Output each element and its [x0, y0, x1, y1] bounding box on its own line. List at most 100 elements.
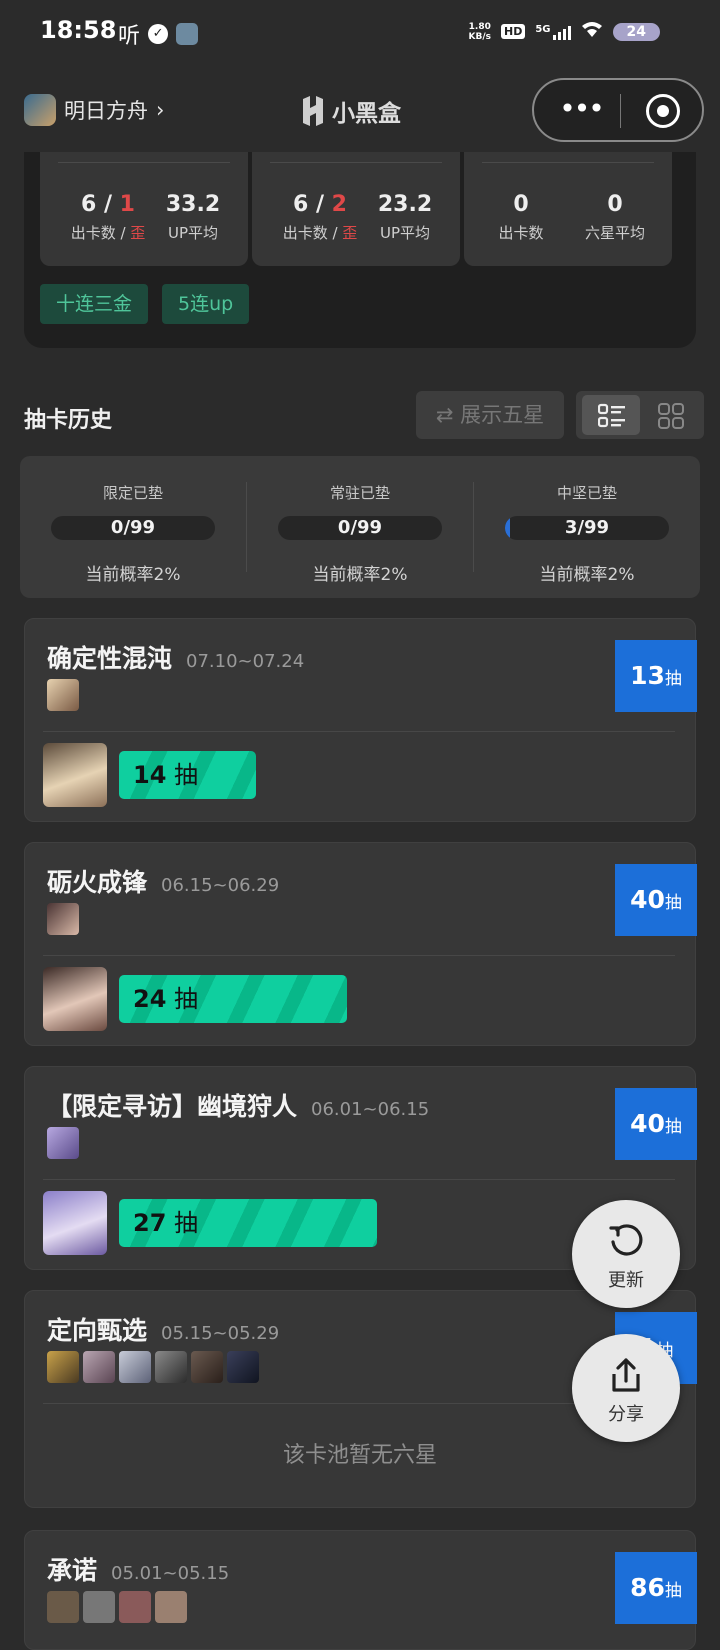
operator-avatar [43, 743, 107, 807]
pool-card[interactable]: 砺火成锋 06.15~06.29 40抽 24 抽 [24, 842, 697, 1046]
status-left-icons: 听 ✓ [118, 18, 199, 50]
pity-progress-bar: 0/99 [51, 516, 215, 540]
pity-label: 限定已垫 [102, 484, 163, 502]
show-five-star-button[interactable]: ⇄ 展示五星 [416, 391, 564, 439]
operator-thumbs [47, 1591, 187, 1623]
hd-icon: HD [501, 24, 526, 39]
refresh-button[interactable]: 更新 [572, 1200, 680, 1308]
game-name: 明日方舟 [64, 99, 148, 123]
nav-bar: 明日方舟 › 小黑盒 ••• [0, 66, 720, 152]
stat-pulls-label: 出卡数 / 歪 [282, 224, 358, 242]
pool-card[interactable]: 确定性混沌 07.10~07.24 13抽 14 抽 [24, 618, 697, 822]
pool-dates: 06.15~06.29 [161, 875, 280, 896]
more-menu-button[interactable]: ••• [556, 94, 606, 124]
divider [43, 955, 675, 956]
pool-dates: 05.01~05.15 [111, 1563, 230, 1584]
battery-indicator: 24 [612, 22, 660, 41]
operator-thumb [155, 1591, 187, 1623]
operator-thumb [47, 1351, 79, 1383]
pity-progress-bar: 3/99 [505, 516, 669, 540]
stat-count-value: 0 [513, 192, 529, 217]
pity-midtier: 中坚已垫 3/99 当前概率2% [474, 456, 700, 598]
stat-card-limited: 6 / 1 出卡数 / 歪 33.2 UP平均 [40, 152, 248, 266]
check-circle-icon: ✓ [148, 24, 169, 44]
pity-label: 常驻已垫 [329, 484, 390, 502]
stat-pulls-value: 6 / 2 [293, 192, 347, 217]
share-button[interactable]: 分享 [572, 1334, 680, 1442]
pool-name: 确定性混沌 [47, 644, 173, 673]
achievement-tag: 十连三金 [40, 284, 149, 324]
game-avatar [24, 94, 56, 126]
pity-limited: 限定已垫 0/99 当前概率2% [20, 456, 246, 598]
operator-thumb [47, 1591, 79, 1623]
pool-dates: 05.15~05.29 [161, 1323, 280, 1344]
operator-thumb [83, 1351, 115, 1383]
stat-count-label: 出卡数 [498, 224, 544, 242]
achievement-tag: 5连up [162, 284, 250, 324]
stat-up-avg-label: UP平均 [379, 224, 431, 242]
pity-value: 0/99 [337, 517, 383, 538]
stat-up-avg-value: 23.2 [377, 192, 433, 217]
pull-record-bar: 27 抽 [119, 1199, 377, 1247]
listen-icon: 听 [118, 24, 141, 49]
stat-six-avg-value: 0 [607, 192, 623, 217]
close-miniapp-button[interactable] [646, 94, 680, 128]
pool-header: 定向甄选 05.15~05.29 [47, 1311, 279, 1347]
share-icon [612, 1358, 640, 1392]
chevron-right-icon: › [156, 98, 165, 122]
stat-pulls-value: 6 / 1 [81, 192, 135, 217]
operator-thumb [47, 1127, 79, 1159]
stat-up-avg-value: 33.2 [165, 192, 221, 217]
pool-header: 砺火成锋 06.15~06.29 [47, 863, 279, 899]
list-view-button[interactable] [582, 395, 640, 435]
operator-thumb [155, 1351, 187, 1383]
operator-thumbs [47, 679, 79, 711]
stat-card-standard: 6 / 2 出卡数 / 歪 23.2 UP平均 [252, 152, 460, 266]
pool-card[interactable]: 承诺 05.01~05.15 86抽 [24, 1530, 697, 1650]
pool-header: 确定性混沌 07.10~07.24 [47, 639, 304, 675]
pool-dates: 07.10~07.24 [186, 651, 305, 672]
pool-name: 【限定寻访】幽境狩人 [47, 1092, 298, 1121]
pool-pull-count-badge: 13抽 [615, 640, 697, 712]
pity-standard: 常驻已垫 0/99 当前概率2% [247, 456, 473, 598]
pity-rate: 当前概率2% [85, 565, 181, 585]
game-selector[interactable]: 明日方舟 › [24, 94, 164, 126]
stat-up-avg-label: UP平均 [167, 224, 219, 242]
operator-thumb [191, 1351, 223, 1383]
operator-thumb [83, 1591, 115, 1623]
operator-thumbs [47, 1351, 259, 1383]
pool-pull-count-badge: 86抽 [615, 1552, 697, 1624]
pool-header: 【限定寻访】幽境狩人 06.01~06.15 [47, 1087, 429, 1123]
operator-thumbs [47, 1127, 79, 1159]
operator-thumb [47, 903, 79, 935]
pool-name: 砺火成锋 [47, 868, 148, 897]
refresh-icon [609, 1224, 643, 1256]
divider [43, 731, 675, 732]
pity-panel: 限定已垫 0/99 当前概率2% 常驻已垫 0/99 当前概率2% 中坚已垫 3… [20, 456, 700, 598]
signal-icon: 5G [535, 24, 571, 40]
pool-name: 定向甄选 [47, 1316, 148, 1345]
stat-card-six-star: 0 出卡数 0 六星平均 [464, 152, 672, 266]
operator-thumbs [47, 903, 79, 935]
pool-pull-count-badge: 40抽 [615, 864, 697, 936]
operator-thumb [227, 1351, 259, 1383]
pull-record-bar: 24 抽 [119, 975, 347, 1023]
pool-dates: 06.01~06.15 [311, 1099, 430, 1120]
pool-name: 承诺 [47, 1556, 98, 1585]
pull-record-bar: 14 抽 [119, 751, 256, 799]
grid-view-icon [658, 403, 684, 429]
operator-thumb [47, 679, 79, 711]
pity-value: 3/99 [564, 517, 610, 538]
operator-avatar [43, 1191, 107, 1255]
operator-thumb [119, 1351, 151, 1383]
net-speed: 1.80 KB/s [468, 21, 491, 42]
operator-avatar [43, 967, 107, 1031]
gacha-summary-card: 6 / 1 出卡数 / 歪 33.2 UP平均 6 / 2 出卡数 / 歪 23… [24, 152, 696, 348]
pity-label: 中坚已垫 [556, 484, 617, 502]
no-six-star-message: 该卡池暂无六星 [282, 1443, 437, 1468]
list-view-icon [598, 403, 625, 428]
app-notification-icon [176, 23, 199, 45]
stat-six-avg-label: 六星平均 [584, 224, 645, 242]
heybox-logo-icon [303, 96, 323, 126]
capsule-divider [620, 94, 621, 128]
